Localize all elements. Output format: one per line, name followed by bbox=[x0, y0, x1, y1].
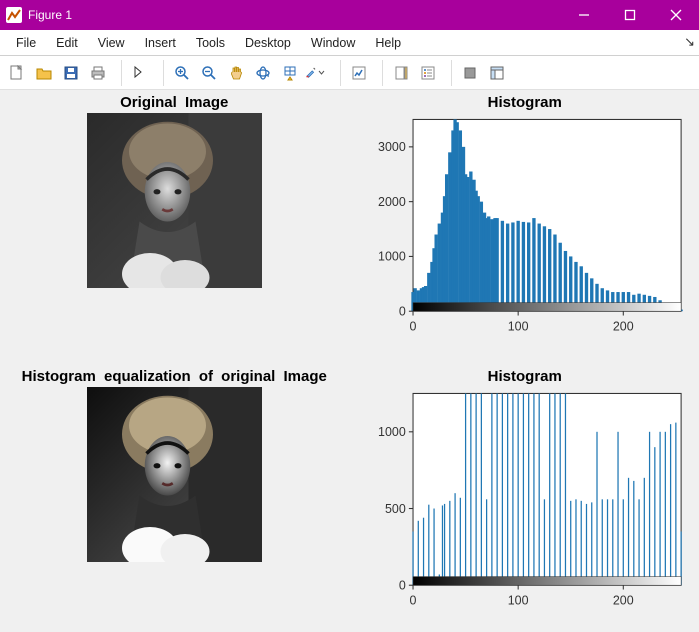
svg-text:0: 0 bbox=[398, 578, 405, 592]
subplot-histogram-original: Histogram 0 1000 2000 3000 0 100 200 bbox=[359, 94, 692, 350]
undock-icon[interactable]: ↘ bbox=[684, 34, 695, 50]
subplot-title: Histogram bbox=[488, 94, 562, 111]
new-figure-button[interactable] bbox=[4, 60, 30, 86]
matlab-figure-icon bbox=[6, 7, 22, 23]
subplot-title: Histogram bbox=[488, 368, 562, 385]
data-cursor-button[interactable] bbox=[277, 60, 303, 86]
toolbar bbox=[0, 56, 699, 90]
subplot-equalized-image: Histogram equalization of original Image bbox=[8, 368, 341, 624]
menu-desktop[interactable]: Desktop bbox=[235, 32, 301, 54]
chart-histogram-equalized: 0 500 1000 0 100 200 bbox=[359, 387, 692, 624]
window-title: Figure 1 bbox=[28, 8, 72, 22]
svg-text:3000: 3000 bbox=[378, 140, 406, 154]
toolbar-separator bbox=[335, 60, 341, 86]
brush-button[interactable] bbox=[304, 60, 330, 86]
menu-tools[interactable]: Tools bbox=[186, 32, 235, 54]
zoom-out-button[interactable] bbox=[196, 60, 222, 86]
svg-text:0: 0 bbox=[398, 304, 405, 318]
toolbar-separator bbox=[116, 60, 122, 86]
maximize-button[interactable] bbox=[607, 0, 653, 30]
svg-text:200: 200 bbox=[612, 593, 633, 607]
subplot-original-image: Original Image bbox=[8, 94, 341, 350]
hide-plot-tools-button[interactable] bbox=[457, 60, 483, 86]
open-button[interactable] bbox=[31, 60, 57, 86]
toolbar-separator bbox=[377, 60, 383, 86]
menu-view[interactable]: View bbox=[88, 32, 135, 54]
original-image bbox=[87, 113, 262, 288]
pan-button[interactable] bbox=[223, 60, 249, 86]
svg-text:200: 200 bbox=[612, 319, 633, 333]
menu-edit[interactable]: Edit bbox=[46, 32, 88, 54]
insert-colorbar-button[interactable] bbox=[388, 60, 414, 86]
subplot-title: Original Image bbox=[120, 94, 228, 111]
toolbar-separator bbox=[446, 60, 452, 86]
chart-histogram-original: 0 1000 2000 3000 0 100 200 bbox=[359, 113, 692, 350]
svg-text:0: 0 bbox=[409, 319, 416, 333]
subplot-title: Histogram equalization of original Image bbox=[22, 368, 327, 385]
menu-help[interactable]: Help bbox=[365, 32, 411, 54]
equalized-image bbox=[87, 387, 262, 562]
edit-plot-button[interactable] bbox=[127, 60, 153, 86]
rotate-3d-button[interactable] bbox=[250, 60, 276, 86]
svg-text:100: 100 bbox=[507, 593, 528, 607]
close-button[interactable] bbox=[653, 0, 699, 30]
menu-file[interactable]: File bbox=[6, 32, 46, 54]
toolbar-separator bbox=[158, 60, 164, 86]
svg-text:1000: 1000 bbox=[378, 250, 406, 264]
zoom-in-button[interactable] bbox=[169, 60, 195, 86]
show-plot-tools-button[interactable] bbox=[484, 60, 510, 86]
svg-text:1000: 1000 bbox=[378, 425, 406, 439]
figure-canvas: Original Image bbox=[0, 90, 699, 632]
menu-window[interactable]: Window bbox=[301, 32, 365, 54]
insert-legend-button[interactable] bbox=[415, 60, 441, 86]
menubar: File Edit View Insert Tools Desktop Wind… bbox=[0, 30, 699, 56]
svg-text:2000: 2000 bbox=[378, 195, 406, 209]
svg-text:500: 500 bbox=[384, 502, 405, 516]
svg-text:100: 100 bbox=[507, 319, 528, 333]
minimize-button[interactable] bbox=[561, 0, 607, 30]
print-button[interactable] bbox=[85, 60, 111, 86]
titlebar: Figure 1 bbox=[0, 0, 699, 30]
subplot-histogram-equalized: Histogram 0 500 1000 0 100 200 bbox=[359, 368, 692, 624]
save-button[interactable] bbox=[58, 60, 84, 86]
menu-insert[interactable]: Insert bbox=[135, 32, 186, 54]
link-plot-button[interactable] bbox=[346, 60, 372, 86]
svg-text:0: 0 bbox=[409, 593, 416, 607]
